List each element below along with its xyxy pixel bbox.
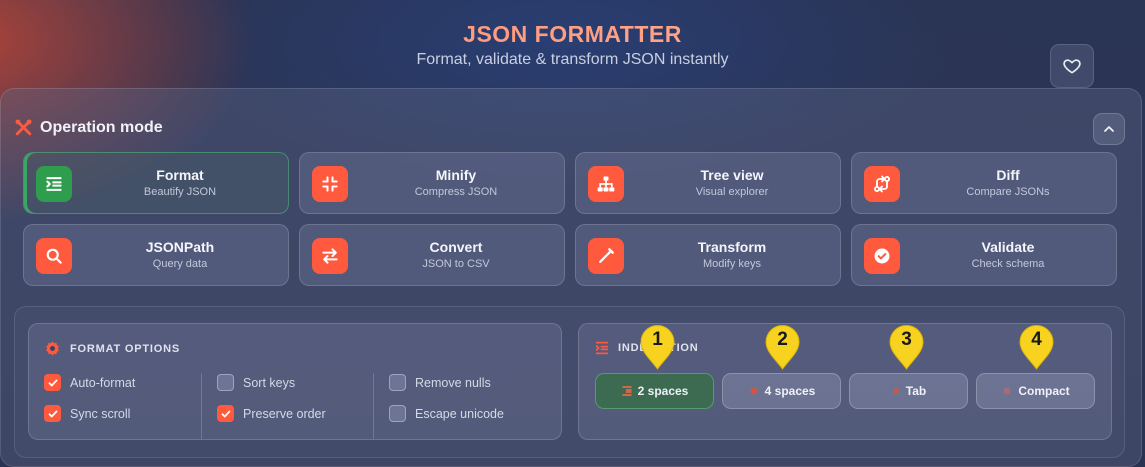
button-label: Tab — [905, 384, 927, 398]
check-icon — [221, 410, 230, 417]
dot-icon — [892, 388, 899, 394]
marker-number: 2 — [777, 329, 788, 350]
operation-mode-header: Operation mode — [14, 118, 163, 137]
annotation-marker-2: 2 — [764, 324, 801, 370]
check-icon — [48, 379, 57, 386]
heart-icon — [1063, 59, 1081, 74]
mode-card-diff[interactable]: Diff Compare JSONs — [851, 152, 1117, 214]
mode-subtitle: Compress JSON — [414, 186, 498, 198]
indent-compact-button[interactable]: Compact — [976, 373, 1095, 409]
option-preserve-order[interactable]: Preserve order — [217, 405, 326, 422]
mode-title: Format — [156, 167, 204, 183]
annotation-marker-1: 1 — [639, 324, 676, 370]
favorite-button[interactable] — [1050, 44, 1094, 88]
mode-card-jsonpath[interactable]: JSONPath Query data — [23, 224, 289, 286]
compress-icon — [312, 166, 348, 202]
indent-2-spaces-button[interactable]: 2 spaces — [595, 373, 714, 409]
indent-icon — [621, 386, 632, 396]
mode-subtitle: Beautify JSON — [143, 186, 217, 198]
mode-card-validate[interactable]: Validate Check schema — [851, 224, 1117, 286]
mode-title: JSONPath — [145, 239, 215, 255]
button-label: 4 spaces — [764, 384, 816, 398]
checkbox-unchecked[interactable] — [217, 374, 234, 391]
option-sort-keys[interactable]: Sort keys — [217, 374, 295, 391]
mode-subtitle: Check schema — [971, 258, 1045, 270]
format-options-header: FORMAT OPTIONS — [44, 340, 180, 357]
dot-icon — [1003, 387, 1011, 395]
check-circle-icon — [864, 238, 900, 274]
checkbox-checked[interactable] — [44, 405, 61, 422]
option-remove-nulls[interactable]: Remove nulls — [389, 374, 491, 391]
search-icon — [36, 238, 72, 274]
option-sync-scroll[interactable]: Sync scroll — [44, 405, 130, 422]
mode-title: Transform — [697, 239, 767, 255]
annotation-marker-3: 3 — [888, 324, 925, 370]
option-label: Sort keys — [243, 375, 296, 390]
mode-card-format[interactable]: Format Beautify JSON — [23, 152, 289, 214]
indent-icon — [595, 341, 609, 355]
gear-icon — [46, 341, 59, 356]
option-label: Auto-format — [70, 375, 136, 390]
option-auto-format[interactable]: Auto-format — [44, 374, 135, 391]
dot-icon — [750, 387, 758, 395]
mode-card-tree-view[interactable]: Tree view Visual explorer — [575, 152, 841, 214]
mode-title: Minify — [435, 167, 477, 183]
mode-subtitle: Compare JSONs — [966, 186, 1050, 198]
sitemap-icon — [588, 166, 624, 202]
button-label: 2 spaces — [637, 384, 689, 398]
mode-card-convert[interactable]: Convert JSON to CSV — [299, 224, 565, 286]
mode-subtitle: Modify keys — [702, 258, 762, 270]
mode-title: Diff — [996, 167, 1020, 183]
operation-mode-label: Operation mode — [40, 118, 163, 136]
chevron-up-icon — [1104, 126, 1114, 132]
checkbox-checked[interactable] — [217, 405, 234, 422]
option-label: Remove nulls — [415, 375, 491, 390]
app-subtitle: Format, validate & transform JSON instan… — [416, 51, 729, 68]
checkbox-checked[interactable] — [44, 374, 61, 391]
mode-title: Tree view — [700, 167, 764, 183]
options-divider — [201, 373, 202, 439]
collapse-button[interactable] — [1093, 113, 1125, 145]
option-label: Preserve order — [243, 406, 326, 421]
indent-icon — [36, 166, 72, 202]
option-escape-unicode[interactable]: Escape unicode — [389, 405, 504, 422]
button-label: Compact — [1018, 384, 1070, 398]
swap-icon — [312, 238, 348, 274]
diff-icon — [864, 166, 900, 202]
marker-number: 3 — [901, 329, 912, 350]
checkbox-unchecked[interactable] — [389, 374, 406, 391]
tools-icon — [15, 119, 32, 136]
mode-card-minify[interactable]: Minify Compress JSON — [299, 152, 565, 214]
app-title: JSON FORMATTER — [0, 21, 1145, 48]
mode-title: Convert — [429, 239, 483, 255]
mode-subtitle: JSON to CSV — [422, 258, 490, 270]
options-divider — [373, 373, 374, 439]
option-label: Escape unicode — [415, 406, 504, 421]
marker-number: 4 — [1031, 329, 1042, 350]
annotation-marker-4: 4 — [1018, 324, 1055, 370]
format-options-title: FORMAT OPTIONS — [70, 342, 180, 355]
mode-subtitle: Query data — [152, 258, 208, 270]
indent-tab-button[interactable]: Tab — [849, 373, 968, 409]
checkbox-unchecked[interactable] — [389, 405, 406, 422]
check-icon — [48, 410, 57, 417]
indent-4-spaces-button[interactable]: 4 spaces — [722, 373, 841, 409]
marker-number: 1 — [652, 329, 663, 350]
mode-subtitle: Visual explorer — [695, 186, 769, 198]
option-label: Sync scroll — [70, 406, 131, 421]
pen-icon — [588, 238, 624, 274]
mode-title: Validate — [981, 239, 1035, 255]
mode-card-transform[interactable]: Transform Modify keys — [575, 224, 841, 286]
